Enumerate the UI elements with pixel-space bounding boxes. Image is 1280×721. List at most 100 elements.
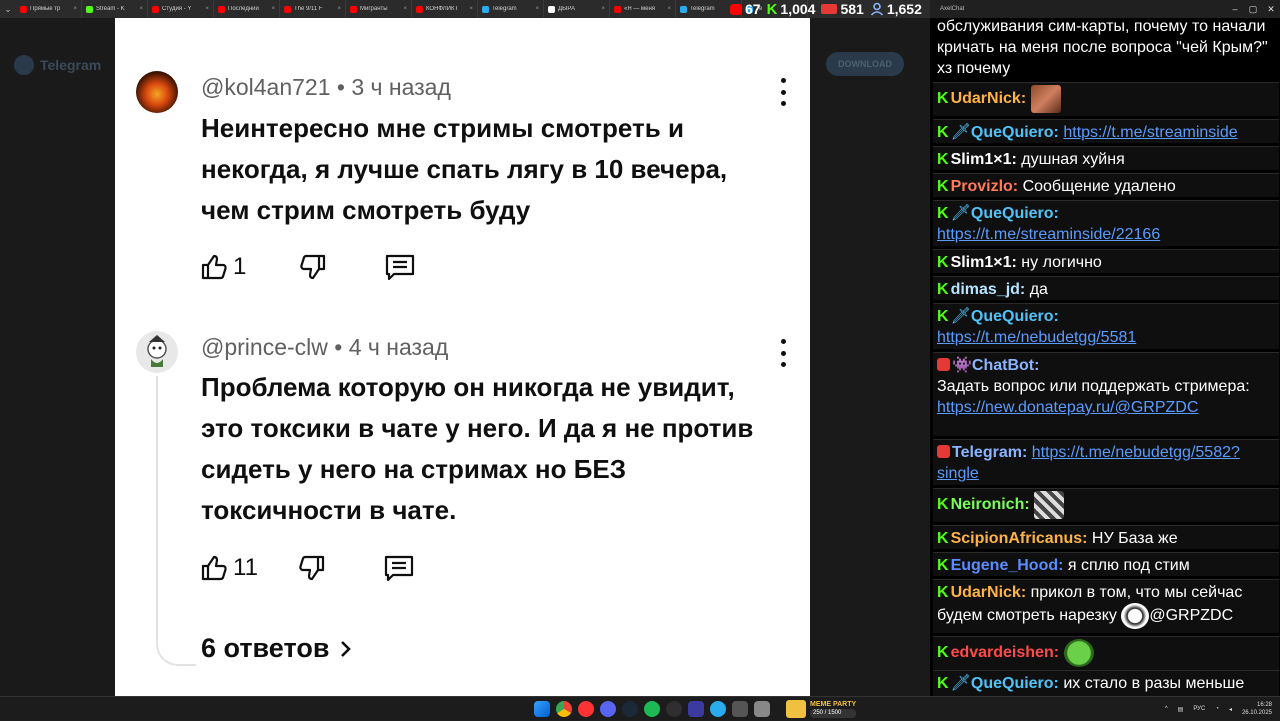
live-badge-icon xyxy=(937,358,950,371)
chat-username[interactable]: Neironich: xyxy=(951,496,1030,513)
dislike-button[interactable] xyxy=(297,553,327,583)
tab-close-icon[interactable]: × xyxy=(535,6,539,12)
emote-image xyxy=(1030,85,1061,113)
browser-tab[interactable]: КОНФЛИКТ × xyxy=(412,0,478,18)
browser-tab[interactable]: Последний × xyxy=(214,0,280,18)
browser-tab[interactable]: Stream - K × xyxy=(82,0,148,18)
clock[interactable]: 16:28 26.10.2025 xyxy=(1242,701,1272,717)
reply-comment-icon xyxy=(386,254,415,281)
chat-link[interactable]: https://t.me/streaminside xyxy=(1063,124,1237,141)
tab-close-icon[interactable]: × xyxy=(337,6,341,12)
tab-list-chevron-icon[interactable]: ⌄ xyxy=(0,0,16,18)
thumbs-down-icon xyxy=(300,254,326,280)
steam-icon[interactable] xyxy=(622,701,638,717)
tab-close-icon[interactable]: × xyxy=(205,6,209,12)
close-icon[interactable]: ✕ xyxy=(1262,0,1280,18)
chat-username[interactable]: edvardeishen: xyxy=(951,644,1059,661)
download-button[interactable]: DOWNLOAD xyxy=(826,52,904,76)
like-button[interactable]: 1 xyxy=(199,252,246,282)
browser-tab[interactable]: The 9/11 F × xyxy=(280,0,346,18)
system-tray: ^ ▤ РУС ◔ ◂ 16:28 26.10.2025 xyxy=(1165,697,1272,721)
emote-image xyxy=(1121,603,1150,629)
player-icon[interactable] xyxy=(688,701,704,717)
chat-username[interactable]: Eugene_Hood: xyxy=(951,557,1064,574)
wifi-icon[interactable]: ◔ xyxy=(1215,706,1219,712)
show-replies-button[interactable]: 6 ответов xyxy=(201,633,355,664)
obs-icon[interactable] xyxy=(666,701,682,717)
tab-close-icon[interactable]: × xyxy=(139,6,143,12)
yandex-icon[interactable] xyxy=(578,701,594,717)
app-icon[interactable] xyxy=(754,701,770,717)
chat-username[interactable]: QueQuiero: xyxy=(971,205,1059,222)
chat-username[interactable]: Slim1×1: xyxy=(951,254,1017,271)
chat-username[interactable]: UdarNick: xyxy=(951,584,1027,601)
chat-message: K Eugene_Hood: я сплю под стим xyxy=(933,552,1279,576)
tab-close-icon[interactable]: × xyxy=(403,6,407,12)
tab-close-icon[interactable]: × xyxy=(601,6,605,12)
chat-username[interactable]: QueQuiero: xyxy=(971,675,1059,692)
app-icon[interactable] xyxy=(732,701,748,717)
chat-username[interactable]: ScipionAfricanus: xyxy=(951,530,1088,547)
chat-username[interactable]: ChatBot: xyxy=(972,357,1040,374)
like-count: 11 xyxy=(233,554,258,581)
language-indicator[interactable]: РУС xyxy=(1193,706,1205,712)
more-options-icon[interactable] xyxy=(775,78,791,106)
tab-close-icon[interactable]: × xyxy=(271,6,275,12)
youtube-icon xyxy=(730,3,742,15)
kick-badge-icon: K xyxy=(937,530,949,547)
avatar[interactable] xyxy=(136,71,178,113)
volume-icon[interactable]: ◂ xyxy=(1229,706,1232,713)
meme-widget-icon xyxy=(786,700,806,718)
maximize-icon[interactable]: ▢ xyxy=(1244,0,1262,18)
tab-close-icon[interactable]: × xyxy=(469,6,473,12)
chat-message: K UdarNick: прикол в том, что мы сейчас б… xyxy=(933,579,1279,633)
more-options-icon[interactable] xyxy=(775,339,791,367)
chat-username[interactable]: Provizlo: xyxy=(951,178,1019,195)
vk-viewers-count: 581 xyxy=(840,1,864,17)
youtube-viewers-stat: 67 xyxy=(730,1,761,17)
reply-button[interactable] xyxy=(384,252,416,282)
chat-message-text: их стало в разы меньше xyxy=(1063,675,1245,692)
chat-link[interactable]: https://t.me/streaminside/22166 xyxy=(937,226,1160,243)
telegram-icon[interactable] xyxy=(710,701,726,717)
browser-tab[interactable]: «Я — меня × xyxy=(610,0,676,18)
chat-username[interactable]: Telegram: xyxy=(952,444,1027,461)
thumbs-up-icon xyxy=(201,555,227,581)
chat-mention[interactable]: @GRPZDC xyxy=(1149,607,1233,624)
chrome-icon[interactable] xyxy=(556,701,572,717)
chevron-up-icon[interactable]: ^ xyxy=(1165,706,1168,712)
tab-close-icon[interactable]: × xyxy=(73,6,77,12)
comment-username[interactable]: @prince-clw xyxy=(201,334,328,360)
minimize-icon[interactable]: – xyxy=(1226,0,1244,18)
chat-username[interactable]: Slim1×1: xyxy=(951,151,1017,168)
like-button[interactable]: 11 xyxy=(199,553,258,583)
browser-tab[interactable]: Мигранты × xyxy=(346,0,412,18)
kick-badge-icon: K xyxy=(937,205,949,222)
browser-tab[interactable]: Прямые тр × xyxy=(16,0,82,18)
chat-username[interactable]: QueQuiero: xyxy=(971,308,1059,325)
avatar[interactable] xyxy=(136,331,178,373)
chat-username[interactable]: UdarNick: xyxy=(951,90,1027,107)
dislike-button[interactable] xyxy=(298,252,328,282)
chat-username[interactable]: dimas_jd: xyxy=(951,281,1026,298)
chat-link[interactable]: https://new.donatepay.ru/@GRPZDC xyxy=(937,399,1198,416)
chat-message-text: ну логично xyxy=(1021,254,1102,271)
reply-button[interactable] xyxy=(383,553,415,583)
spotify-icon[interactable] xyxy=(644,701,660,717)
browser-tab[interactable]: ДЫРА × xyxy=(544,0,610,18)
chat-username[interactable]: QueQuiero: xyxy=(971,124,1059,141)
tab-close-icon[interactable]: × xyxy=(667,6,671,12)
tab-title: «Я — меня xyxy=(624,6,656,12)
network-icon[interactable]: ▤ xyxy=(1178,706,1184,713)
chevron-right-icon xyxy=(341,640,352,657)
browser-tab[interactable]: Telegram × xyxy=(478,0,544,18)
total-viewers-stat: 1,652 xyxy=(870,1,922,17)
browser-tab[interactable]: Студия - Y × xyxy=(148,0,214,18)
chat-link[interactable]: https://t.me/nebudetgg/5581 xyxy=(937,329,1136,346)
live-badge-icon xyxy=(937,445,950,458)
comment-username[interactable]: @kol4an721 xyxy=(201,74,331,100)
kick-viewers-stat: K 1,004 xyxy=(767,1,816,18)
telegram-logo: Telegram xyxy=(14,55,101,75)
start-icon[interactable] xyxy=(534,701,550,717)
discord-icon[interactable] xyxy=(600,701,616,717)
